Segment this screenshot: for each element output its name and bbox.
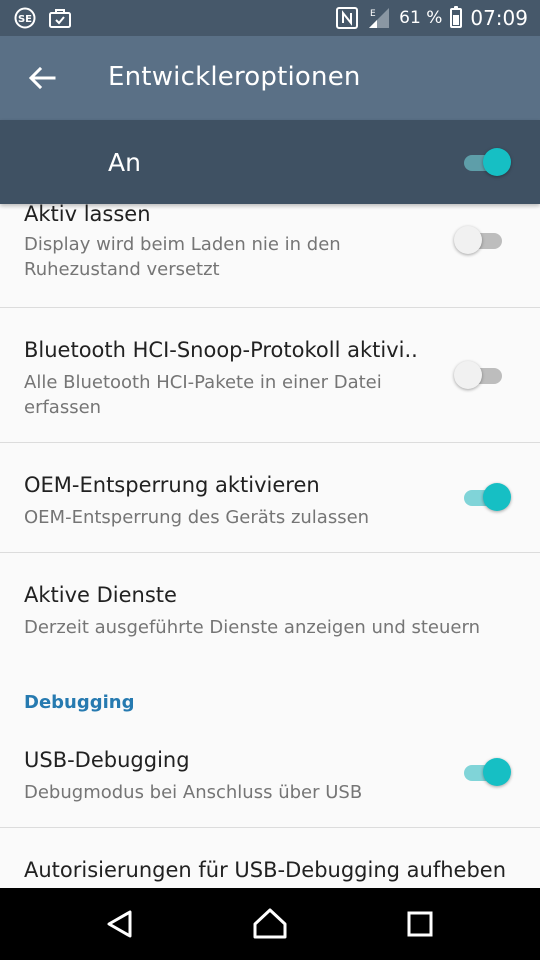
master-switch-bar[interactable]: An	[0, 120, 540, 204]
back-triangle-icon[interactable]	[100, 904, 140, 944]
usb-debugging-toggle[interactable]	[462, 757, 511, 787]
category-debugging: Debugging	[24, 692, 135, 713]
setting-summary: Debugmodus bei Anschluss über USB	[24, 782, 363, 803]
setting-title: USB-Debugging	[24, 748, 190, 772]
oem-unlock-toggle[interactable]	[462, 482, 511, 512]
signal-icon: E	[367, 7, 391, 29]
setting-running-services[interactable]: Aktive Dienste Derzeit ausgeführte Diens…	[0, 553, 540, 663]
battery-level	[453, 15, 460, 25]
stay-awake-toggle[interactable]	[454, 225, 504, 255]
setting-title: Autorisierungen für USB-Debugging aufheb…	[24, 858, 507, 882]
setting-stay-awake[interactable]: Aktiv lassen Display wird beim Laden nie…	[0, 204, 540, 308]
setting-title: Bluetooth HCI-Snoop-Protokoll aktivi..	[24, 338, 418, 362]
setting-usb-debugging[interactable]: USB-Debugging Debugmodus bei Anschluss ü…	[0, 728, 540, 828]
home-icon[interactable]	[250, 904, 290, 944]
page-title: Entwickleroptionen	[108, 62, 361, 92]
settings-list: Aktiv lassen Display wird beim Laden nie…	[0, 204, 540, 888]
sony-select-icon: SE	[14, 7, 38, 29]
clock: 07:09	[470, 6, 528, 30]
setting-revoke-usb-debugging[interactable]: Autorisierungen für USB-Debugging aufheb…	[0, 828, 540, 888]
bluetooth-hci-snoop-toggle[interactable]	[454, 360, 504, 390]
setting-summary: Alle Bluetooth HCI-Pakete in einer Datei…	[24, 372, 382, 418]
master-switch-label: An	[108, 148, 141, 177]
setting-title: Aktive Dienste	[24, 583, 177, 607]
setting-bluetooth-hci-snoop[interactable]: Bluetooth HCI-Snoop-Protokoll aktivi.. A…	[0, 308, 540, 442]
back-arrow-icon[interactable]	[26, 62, 58, 94]
setting-oem-unlock[interactable]: OEM-Entsperrung aktivieren OEM-Entsperru…	[0, 443, 540, 553]
nfc-icon	[335, 7, 359, 29]
setting-summary: Display wird beim Laden nie in den Ruhez…	[24, 234, 341, 280]
svg-text:E: E	[370, 9, 376, 19]
svg-text:SE: SE	[18, 14, 32, 25]
shopping-bag-icon	[48, 7, 72, 29]
status-bar: SE E 61 % 07:09	[0, 0, 540, 36]
setting-title: OEM-Entsperrung aktivieren	[24, 473, 320, 497]
battery-icon	[450, 6, 463, 28]
battery-percent: 61 %	[399, 8, 443, 28]
setting-summary: OEM-Entsperrung des Geräts zulassen	[24, 507, 370, 528]
app-bar: Entwickleroptionen	[0, 36, 540, 120]
setting-title: Aktiv lassen	[24, 204, 151, 226]
navigation-bar	[0, 888, 540, 960]
setting-summary: Derzeit ausgeführte Dienste anzeigen und…	[24, 617, 480, 638]
recents-icon[interactable]	[400, 904, 440, 944]
master-toggle[interactable]	[462, 147, 511, 177]
